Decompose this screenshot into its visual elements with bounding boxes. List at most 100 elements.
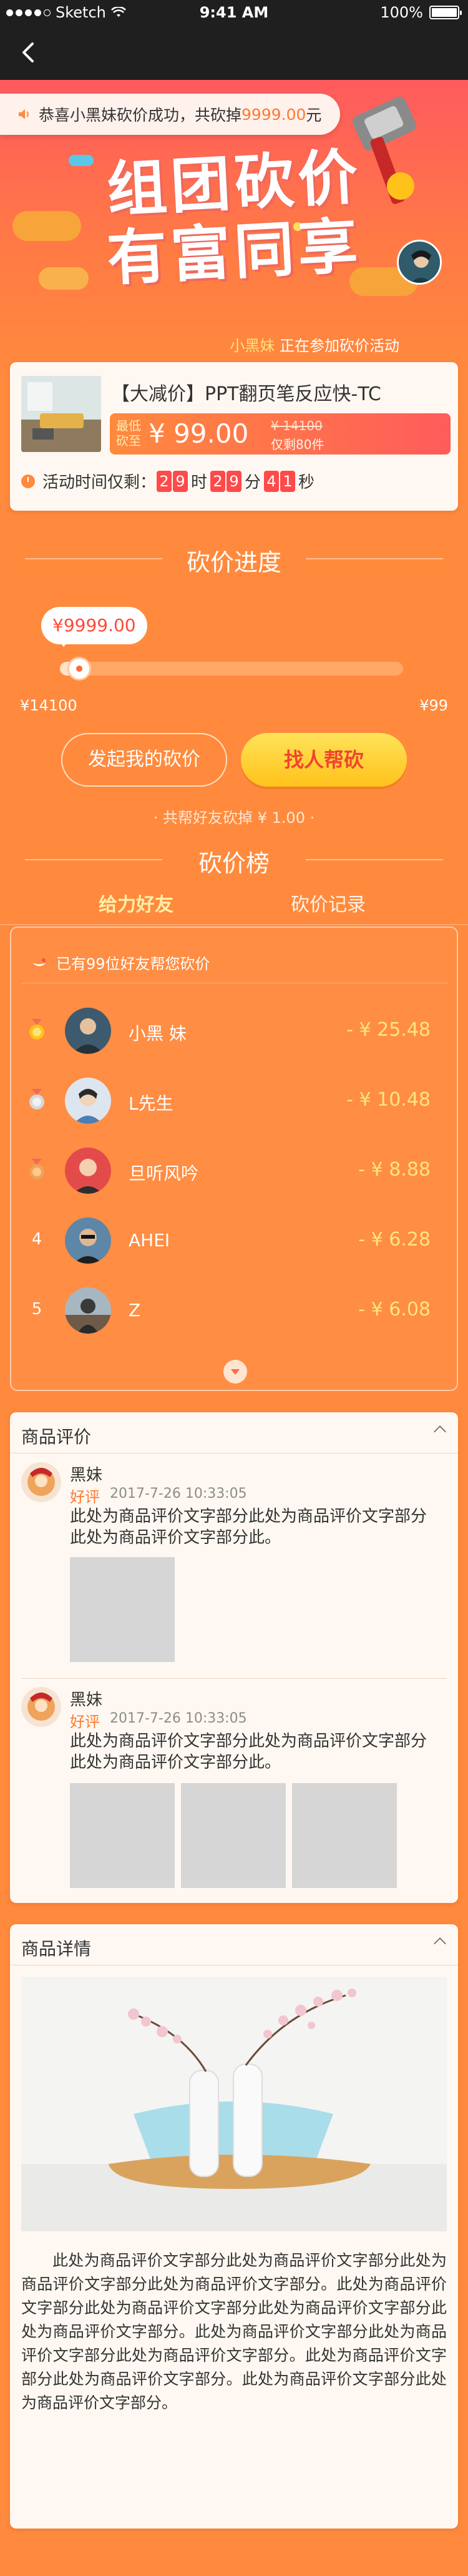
chevron-up-icon[interactable]	[434, 1937, 446, 1950]
price-bar: 最低砍至 ¥ 99.00 ¥ 14100 仅剩80件	[110, 413, 451, 455]
silver-medal-icon	[29, 1089, 44, 1109]
progress-track	[60, 657, 403, 681]
helper-amount: - ¥ 6.08	[358, 1299, 431, 1320]
leaderboard-row: 小黑 妹 - ¥ 25.48	[11, 996, 459, 1066]
avatar	[21, 1687, 61, 1727]
participant-note: 小黑妹 正在参加砍价活动	[230, 333, 399, 355]
timer-unit-s: 秒	[298, 473, 315, 492]
leaderboard-row: 4 AHEI - ¥ 6.28	[11, 1206, 459, 1276]
ask-help-button[interactable]: 找人帮砍	[241, 733, 407, 787]
timer-digit: 1	[280, 470, 296, 492]
tab-helpers[interactable]: 给力好友	[99, 889, 173, 917]
review-user: 黑妹	[70, 1466, 103, 1485]
tab-divider	[0, 924, 468, 925]
avatar	[65, 1148, 111, 1194]
helper-amount: - ¥ 6.28	[358, 1229, 431, 1251]
details-panel: 商品详情 此处为商品评价文字部分此处为商品评价文字部分此处为商品评价文字部分此处…	[10, 1924, 458, 2529]
bargain-icon	[32, 958, 46, 966]
toast-prefix: 恭喜小黑妹砍价成功，共砍掉	[39, 106, 242, 124]
product-detail-image	[21, 1977, 447, 2231]
review-text: 此处为商品评价文字部分此处为商品评价文字部分此处为商品评价文字部分此。	[70, 1507, 427, 1547]
battery-percent: 100%	[380, 4, 423, 21]
product-title: 【大减价】PPT翻页笔反应快-TC	[111, 383, 381, 405]
helper-amount: - ¥ 8.88	[358, 1159, 431, 1181]
gold-medal-icon	[29, 1019, 44, 1040]
helper-name: AHEI	[129, 1230, 170, 1251]
avatar	[65, 1287, 111, 1334]
details-header[interactable]: 商品详情	[10, 1924, 458, 1965]
reviews-title: 商品评价	[21, 1427, 92, 1447]
price-label: 最低砍至	[116, 418, 141, 448]
review-text: 此处为商品评价文字部分此处为商品评价文字部分此处为商品评价文字部分此。	[70, 1732, 427, 1772]
rank-number: 5	[31, 1300, 42, 1319]
product-image	[21, 376, 101, 452]
progress-start-label: ¥14100	[20, 697, 77, 714]
leaderboard-row: L先生 - ¥ 10.48	[11, 1066, 459, 1136]
bronze-medal-icon	[29, 1159, 44, 1179]
chevron-up-icon[interactable]	[434, 1425, 446, 1438]
helper-name: L先生	[129, 1093, 173, 1114]
timer-unit-m: 分	[245, 473, 261, 492]
timer-label: 活动时间仅剩：	[42, 473, 157, 492]
expand-more-button[interactable]	[223, 1360, 247, 1384]
review-user: 黑妹	[70, 1691, 103, 1709]
rank-number: 4	[31, 1230, 42, 1249]
nav-bar	[0, 25, 468, 80]
review-date: 2017-7-26 10:33:05	[110, 1711, 247, 1726]
leaderboard-row: 5 Z - ¥ 6.08	[11, 1276, 459, 1346]
leaderboard-panel: 已有99位好友帮您砍价 小黑 妹 - ¥ 25.48 L先生 - ¥ 10.48…	[10, 927, 458, 1391]
stock-left: 仅剩80件	[271, 437, 324, 452]
helper-count: 已有99位好友帮您砍价	[31, 951, 210, 973]
review-image[interactable]	[70, 1783, 175, 1888]
avatar	[65, 1217, 111, 1264]
avatar	[21, 1462, 61, 1502]
speaker-icon	[19, 109, 29, 119]
chevron-left-icon[interactable]	[15, 39, 42, 66]
progress-heading: 砍价进度	[0, 543, 468, 578]
toast-amount: 9999.00	[241, 105, 306, 124]
product-price: ¥ 99.00	[149, 418, 249, 449]
review-divider	[21, 1678, 447, 1679]
helper-name: 小黑 妹	[129, 1023, 187, 1044]
participant-text: 正在参加砍价活动	[280, 337, 399, 355]
timer-digit: 2	[157, 470, 172, 492]
helper-name: 旦听风吟	[129, 1163, 199, 1184]
success-toast: 恭喜小黑妹砍价成功，共砍掉 9999.00 元	[0, 94, 340, 135]
timer-digit: 2	[210, 470, 226, 492]
detail-description: 此处为商品评价文字部分此处为商品评价文字部分此处为商品评价文字部分此处为商品评价…	[21, 2251, 447, 2412]
battery-icon	[429, 6, 462, 19]
countdown-timer: 活动时间仅剩： 29 时 29 分 41 秒	[21, 469, 317, 493]
timer-digit: 9	[173, 470, 188, 492]
helper-count-text: 已有99位好友帮您砍价	[56, 955, 210, 973]
timer-digit: 4	[264, 470, 280, 492]
leaderboard-tabs: 给力好友 砍价记录	[0, 889, 468, 925]
tab-records[interactable]: 砍价记录	[291, 889, 366, 917]
timer-unit-h: 时	[191, 473, 208, 492]
participant-name: 小黑妹	[230, 337, 275, 355]
avatar	[397, 240, 442, 285]
review-image[interactable]	[292, 1783, 397, 1888]
leaderboard-row: 旦听风吟 - ¥ 8.88	[11, 1136, 459, 1206]
original-price: ¥ 14100	[271, 418, 323, 433]
review-date: 2017-7-26 10:33:05	[110, 1486, 247, 1502]
total-cut-text: · 共帮好友砍掉 ¥ 1.00 ·	[153, 809, 315, 827]
helper-amount: - ¥ 10.48	[346, 1089, 431, 1111]
review-image[interactable]	[181, 1783, 286, 1888]
start-bargain-button[interactable]: 发起我的砍价	[61, 733, 227, 787]
status-bar: Sketch 9:41 AM 100%	[0, 0, 468, 25]
details-title: 商品详情	[21, 1939, 92, 1959]
reviews-header[interactable]: 商品评价	[10, 1412, 458, 1453]
battery-group: 100%	[380, 4, 462, 21]
avatar	[65, 1078, 111, 1124]
review-image[interactable]	[70, 1557, 175, 1662]
helper-name: Z	[129, 1300, 141, 1320]
hero-banner: 恭喜小黑妹砍价成功，共砍掉 9999.00 元 组团砍价 有富同享 小黑妹 正在…	[0, 80, 468, 380]
progress-knob	[67, 657, 91, 681]
review-rating: 好评	[70, 1713, 100, 1731]
clock-icon	[21, 474, 35, 488]
current-price-bubble: ¥9999.00	[41, 607, 147, 647]
toast-suffix: 元	[306, 106, 322, 124]
progress-end-label: ¥99	[419, 697, 448, 714]
helper-amount: - ¥ 25.48	[346, 1019, 431, 1041]
product-card[interactable]: 【大减价】PPT翻页笔反应快-TC 最低砍至 ¥ 99.00 ¥ 14100 仅…	[10, 362, 458, 511]
